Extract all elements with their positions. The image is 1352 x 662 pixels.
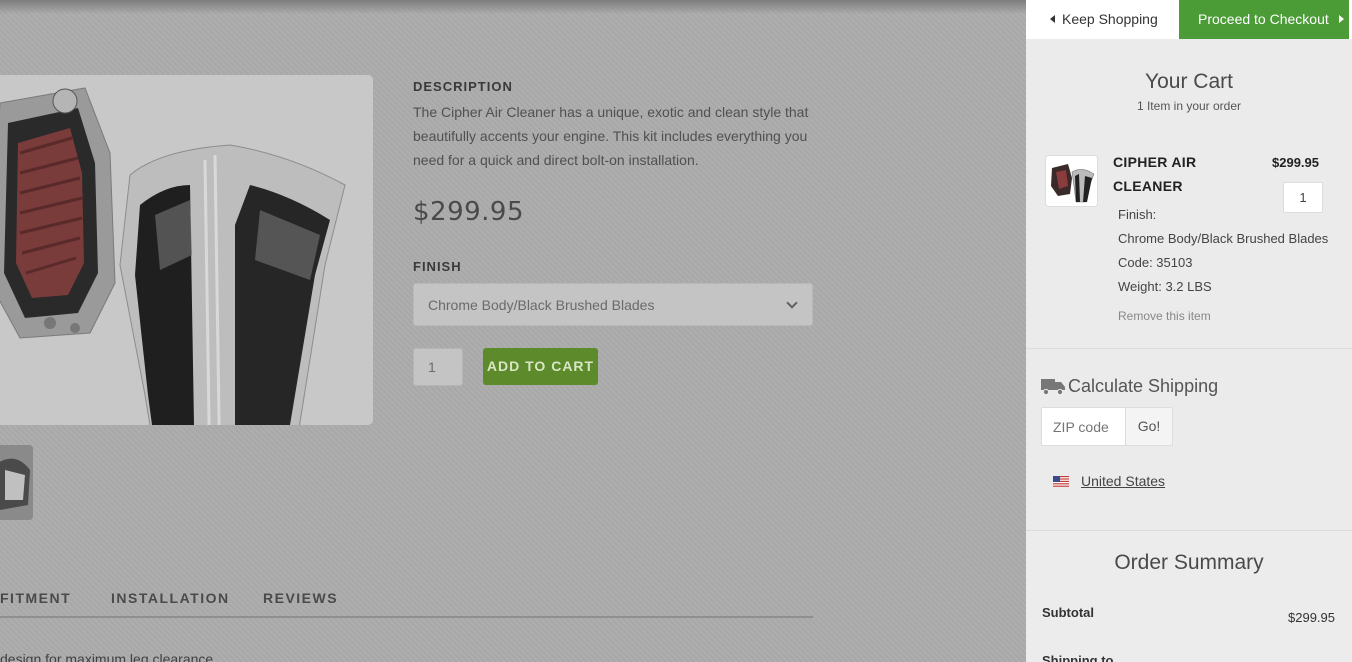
- product-price: $299.95: [413, 197, 525, 227]
- cart-sidebar: Keep Shopping Proceed to Checkout Your C…: [1026, 0, 1352, 662]
- chevron-down-icon: [786, 297, 798, 309]
- product-page: DESCRIPTION The Cipher Air Cleaner has a…: [0, 0, 1026, 662]
- keep-shopping-button[interactable]: Keep Shopping: [1026, 0, 1179, 39]
- remove-item-link[interactable]: Remove this item: [1118, 309, 1211, 323]
- cart-item-image: [1045, 155, 1098, 207]
- caret-right-icon: [1339, 15, 1344, 23]
- cart-item-name: CIPHER AIR CLEANER: [1113, 154, 1197, 194]
- cart-item-price: $299.95: [1272, 155, 1319, 170]
- product-tabs: FITMENT INSTALLATION REVIEWS: [0, 590, 813, 618]
- cart-item-count: 1 Item in your order: [1136, 99, 1242, 113]
- zip-code-input[interactable]: [1041, 407, 1126, 446]
- checkout-button[interactable]: Proceed to Checkout: [1179, 0, 1349, 39]
- cart-item-code: Code: 35103: [1118, 255, 1193, 270]
- cart-title: Your Cart: [1145, 70, 1233, 93]
- divider: [1026, 348, 1352, 349]
- checkout-label: Proceed to Checkout: [1198, 11, 1329, 27]
- caret-left-icon: [1050, 15, 1055, 23]
- order-summary-title: Order Summary: [1114, 551, 1264, 574]
- product-main-image[interactable]: [0, 75, 373, 425]
- cart-item-quantity-input[interactable]: 1: [1283, 182, 1323, 213]
- cart-item-finish-label: Finish:: [1118, 207, 1157, 222]
- add-to-cart-button[interactable]: ADD TO CART: [483, 348, 598, 385]
- quantity-input[interactable]: 1: [413, 348, 463, 386]
- feature-text: design for maximum leg clearance: [0, 651, 214, 662]
- cart-item-finish-value: Chrome Body/Black Brushed Blades: [1118, 231, 1329, 246]
- header-shadow: [0, 0, 1026, 14]
- finish-selected-value: Chrome Body/Black Brushed Blades: [428, 297, 655, 313]
- cart-item-weight: Weight: 3.2 LBS: [1118, 279, 1212, 294]
- keep-shopping-label: Keep Shopping: [1062, 11, 1158, 27]
- subtotal-value: $299.95: [1288, 610, 1335, 625]
- finish-label: FINISH: [413, 259, 462, 274]
- country-link[interactable]: United States: [1081, 473, 1165, 489]
- cart-topbar: Keep Shopping Proceed to Checkout: [1026, 0, 1352, 39]
- tab-fitment[interactable]: FITMENT: [0, 590, 71, 606]
- calculate-shipping-title: Calculate Shipping: [1068, 376, 1219, 396]
- shipping-to-label: Shipping to: [1042, 653, 1114, 662]
- truck-icon: [1041, 379, 1065, 395]
- tab-installation[interactable]: INSTALLATION: [111, 590, 230, 606]
- tab-reviews[interactable]: REVIEWS: [263, 590, 338, 606]
- subtotal-label: Subtotal: [1042, 605, 1094, 620]
- go-button[interactable]: Go!: [1125, 407, 1173, 446]
- us-flag-icon: [1053, 476, 1069, 487]
- description-heading: DESCRIPTION: [413, 79, 513, 94]
- description-text: The Cipher Air Cleaner has a unique, exo…: [413, 104, 809, 168]
- finish-select[interactable]: Chrome Body/Black Brushed Blades: [413, 283, 813, 326]
- product-thumbnail[interactable]: [0, 445, 33, 520]
